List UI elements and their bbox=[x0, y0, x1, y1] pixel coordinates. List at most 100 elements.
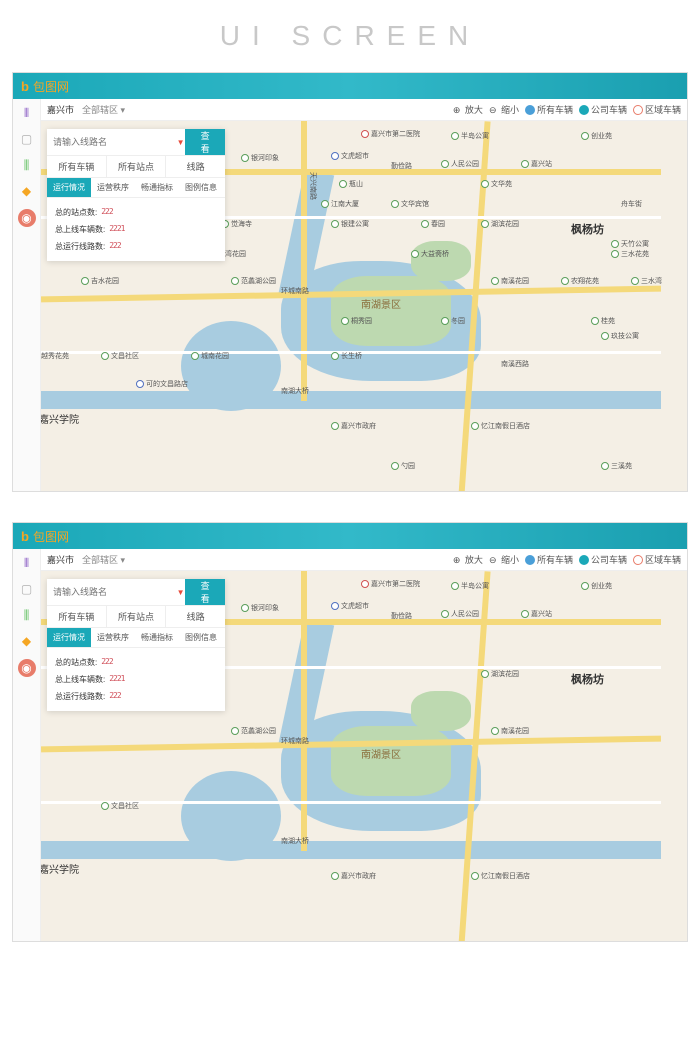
all-vehicles-button[interactable]: 所有车辆 bbox=[525, 553, 573, 566]
bridge-label: 南湖大桥 bbox=[281, 836, 309, 846]
poi-label: 南溪花园 bbox=[501, 726, 529, 736]
road-label: 勤俭路 bbox=[391, 161, 412, 171]
search-button[interactable]: 查看 bbox=[185, 129, 225, 155]
poi-label: 瓶山 bbox=[349, 179, 363, 189]
poi-label: 冬园 bbox=[451, 316, 465, 326]
poi-label: 三溪苑 bbox=[611, 461, 632, 471]
poi-label: 文华苑 bbox=[491, 179, 512, 189]
poi-label: 文昌社区 bbox=[111, 351, 139, 361]
chart-icon[interactable]: ⫼ bbox=[19, 607, 35, 623]
tab-all-stations[interactable]: 所有站点 bbox=[107, 156, 167, 177]
search-button[interactable]: 查看 bbox=[185, 579, 225, 605]
company-vehicles-button[interactable]: 公司车辆 bbox=[579, 103, 627, 116]
sidebar: ⫴ ▢ ⫼ ◆ ◉ bbox=[13, 99, 41, 491]
poi-icon bbox=[581, 582, 589, 590]
globe-icon[interactable]: ◉ bbox=[18, 659, 36, 677]
poi-icon bbox=[411, 250, 419, 258]
tab-all-vehicles[interactable]: 所有车辆 bbox=[47, 156, 107, 177]
search-panel: ▼ 查看 所有车辆 所有站点 线路 运行情况 运营秩序 畅通指标 图例信息 总的… bbox=[47, 129, 225, 261]
zoom-out-button[interactable]: ⊖缩小 bbox=[489, 103, 519, 116]
filter-icon[interactable]: ⫴ bbox=[19, 555, 35, 571]
hospital-icon bbox=[361, 580, 369, 588]
poi-label: 觉海寺 bbox=[231, 219, 252, 229]
company-vehicles-button[interactable]: 公司车辆 bbox=[579, 553, 627, 566]
breadcrumb-district[interactable]: 全部辖区 ▾ bbox=[82, 103, 125, 116]
poi-icon bbox=[231, 727, 239, 735]
stat-value: 222 bbox=[109, 241, 120, 252]
subtab-status[interactable]: 运行情况 bbox=[47, 178, 91, 197]
area-vehicles-button[interactable]: 区域车辆 bbox=[633, 553, 681, 566]
hospital-icon bbox=[361, 130, 369, 138]
breadcrumb-district[interactable]: 全部辖区 ▾ bbox=[82, 553, 125, 566]
zoom-in-button[interactable]: ⊕放大 bbox=[453, 553, 483, 566]
poi-label: 吉水花园 bbox=[91, 276, 119, 286]
poi-icon bbox=[581, 132, 589, 140]
breadcrumb-city[interactable]: 嘉兴市 bbox=[47, 103, 74, 116]
globe-icon[interactable]: ◉ bbox=[18, 209, 36, 227]
panel-body: 总的站点数:222 总上线车辆数:2221 总运行线路数:222 bbox=[47, 198, 225, 261]
poi-icon bbox=[81, 277, 89, 285]
clipboard-icon[interactable]: ▢ bbox=[19, 581, 35, 597]
stat-value: 222 bbox=[101, 657, 112, 668]
breadcrumb-city[interactable]: 嘉兴市 bbox=[47, 553, 74, 566]
poi-icon bbox=[451, 132, 459, 140]
stat-row: 总运行线路数: 222 bbox=[55, 238, 217, 255]
dropdown-icon[interactable]: ▼ bbox=[176, 129, 185, 155]
poi-icon bbox=[331, 352, 339, 360]
stat-value: 222 bbox=[109, 691, 120, 702]
poi-icon bbox=[331, 220, 339, 228]
zoom-in-button[interactable]: ⊕放大 bbox=[453, 103, 483, 116]
poi-icon bbox=[441, 160, 449, 168]
zoom-out-button[interactable]: ⊖缩小 bbox=[489, 553, 519, 566]
poi-label: 嘉兴市政府 bbox=[341, 871, 376, 881]
stat-row: 总的站点数:222 bbox=[55, 204, 217, 221]
chart-icon[interactable]: ⫼ bbox=[19, 157, 35, 173]
minus-icon: ⊖ bbox=[489, 105, 499, 115]
poi-icon bbox=[421, 220, 429, 228]
poi-icon bbox=[491, 277, 499, 285]
district-label: 枫杨坊 bbox=[571, 221, 604, 237]
subtab-order[interactable]: 运营秩序 bbox=[91, 178, 135, 197]
stat-label: 总运行线路数: bbox=[55, 241, 105, 252]
filter-icon[interactable]: ⫴ bbox=[19, 105, 35, 121]
poi-label: 银建公寓 bbox=[341, 219, 369, 229]
subtab-flow[interactable]: 畅通指标 bbox=[135, 178, 179, 197]
subtab-order[interactable]: 运营秩序 bbox=[91, 628, 135, 647]
app-window-2: b 包图网 ⫴ ▢ ⫼ ◆ ◉ 嘉兴市 全部辖区 ▾ ⊕放大 ⊖缩小 所有车辆 … bbox=[12, 522, 688, 942]
stat-label: 总的站点数: bbox=[55, 207, 97, 218]
clipboard-icon[interactable]: ▢ bbox=[19, 131, 35, 147]
area-vehicles-button[interactable]: 区域车辆 bbox=[633, 103, 681, 116]
route-search-input[interactable] bbox=[47, 579, 176, 605]
tab-all-vehicles[interactable]: 所有车辆 bbox=[47, 606, 107, 627]
tab-routes[interactable]: 线路 bbox=[166, 156, 225, 177]
subtab-legend[interactable]: 图例信息 bbox=[179, 628, 223, 647]
subtab-legend[interactable]: 图例信息 bbox=[179, 178, 223, 197]
college-label: 嘉兴学院 bbox=[41, 861, 79, 876]
poi-label: 文昌社区 bbox=[111, 801, 139, 811]
route-search-input[interactable] bbox=[47, 129, 176, 155]
tab-routes[interactable]: 线路 bbox=[166, 606, 225, 627]
tab-all-stations[interactable]: 所有站点 bbox=[107, 606, 167, 627]
dropdown-icon[interactable]: ▼ bbox=[176, 579, 185, 605]
poi-label: 越秀花苑 bbox=[41, 351, 69, 361]
poi-label: 范蠡湖公园 bbox=[241, 276, 276, 286]
poi-label: 银河印象 bbox=[251, 603, 279, 613]
poi-icon bbox=[331, 872, 339, 880]
poi-icon bbox=[471, 872, 479, 880]
road-label: 南溪西路 bbox=[501, 359, 529, 369]
poi-label: 桂苑 bbox=[601, 316, 615, 326]
layers-icon[interactable]: ◆ bbox=[19, 183, 35, 199]
layers-icon[interactable]: ◆ bbox=[19, 633, 35, 649]
poi-icon bbox=[339, 180, 347, 188]
poi-label: 创业苑 bbox=[591, 131, 612, 141]
subtab-status[interactable]: 运行情况 bbox=[47, 628, 91, 647]
subtab-flow[interactable]: 畅通指标 bbox=[135, 628, 179, 647]
road-label: 天兴南路 bbox=[308, 172, 318, 200]
poi-icon bbox=[481, 180, 489, 188]
poi-icon bbox=[521, 610, 529, 618]
stat-row: 总的站点数:222 bbox=[55, 654, 217, 671]
poi-icon bbox=[231, 277, 239, 285]
company-icon bbox=[579, 105, 589, 115]
all-vehicles-button[interactable]: 所有车辆 bbox=[525, 103, 573, 116]
poi-icon bbox=[441, 610, 449, 618]
